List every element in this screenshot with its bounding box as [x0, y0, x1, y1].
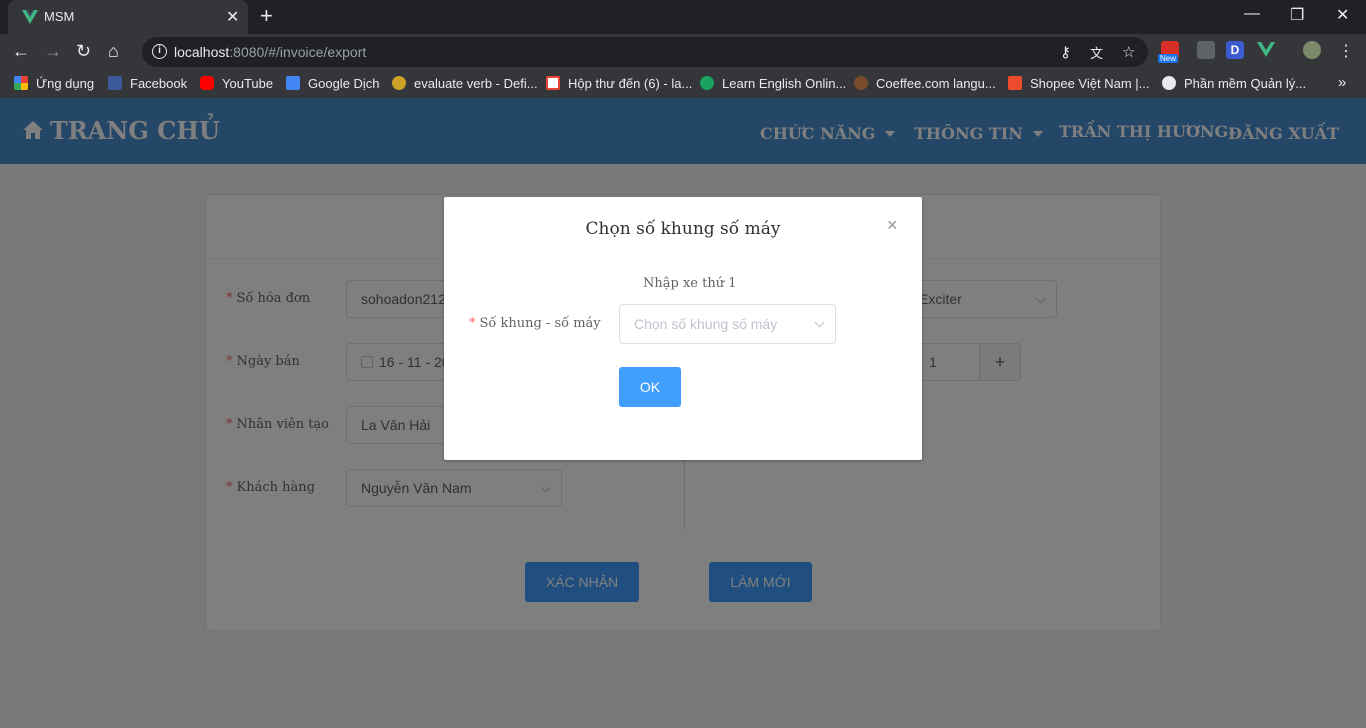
- tab-title: MSM: [44, 9, 75, 24]
- bookmark-coeffee[interactable]: Coeffee.com langu...: [854, 76, 996, 91]
- dictionary-icon: [392, 76, 406, 90]
- frame-engine-select[interactable]: Chọn số khung số máy: [619, 304, 836, 344]
- ok-button[interactable]: OK: [619, 367, 681, 407]
- window-close-icon[interactable]: ✕: [1336, 5, 1349, 25]
- bookmark-google-translate[interactable]: Google Dịch: [286, 76, 380, 91]
- vue-devtools-icon[interactable]: [1257, 42, 1275, 58]
- bookmark-gmail[interactable]: Hộp thư đến (6) - la...: [546, 76, 692, 91]
- back-arrow-icon[interactable]: ←: [12, 40, 30, 62]
- profile-avatar[interactable]: [1303, 41, 1321, 59]
- site-info-icon[interactable]: i: [152, 44, 167, 59]
- dialog-title: Chọn số khung số máy: [585, 219, 781, 239]
- bookmark-shopee[interactable]: Shopee Việt Nam |...: [1008, 76, 1149, 91]
- bookmark-star-icon[interactable]: ☆: [1122, 43, 1135, 61]
- bookmark-evaluate-verb[interactable]: evaluate verb - Defi...: [392, 76, 538, 91]
- facebook-icon: [108, 76, 122, 90]
- bookmark-facebook[interactable]: Facebook: [108, 76, 187, 91]
- bookmarks-bar: Ứng dụng Facebook YouTube Google Dịch ev…: [0, 70, 1366, 98]
- bookmark-learn-english[interactable]: Learn English Onlin...: [700, 76, 846, 91]
- frame-engine-dialog: Chọn số khung số máy × Nhập xe thứ 1 * Số…: [444, 197, 922, 460]
- youtube-icon: [200, 76, 214, 90]
- bookmark-youtube[interactable]: YouTube: [200, 76, 273, 91]
- reload-icon[interactable]: ↻: [76, 40, 91, 62]
- password-key-icon[interactable]: ⚷: [1060, 43, 1071, 61]
- forward-arrow-icon[interactable]: →: [44, 40, 62, 62]
- shopee-icon: [1008, 76, 1022, 90]
- globe-icon: [1162, 76, 1176, 90]
- minimize-icon[interactable]: —: [1244, 5, 1260, 23]
- clover-icon: [700, 76, 714, 90]
- d-extension-icon[interactable]: D: [1226, 41, 1244, 59]
- browser-menu-icon[interactable]: ⋮: [1338, 41, 1354, 61]
- bookmark-apps[interactable]: Ứng dụng: [14, 76, 94, 91]
- tab-close-icon[interactable]: ✕: [226, 7, 239, 27]
- translate-icon[interactable]: 文: [1090, 43, 1103, 62]
- pen-extension-icon[interactable]: [1197, 41, 1215, 59]
- url-text: localhost:8080/#/invoice/export: [174, 44, 367, 60]
- new-tab-button[interactable]: +: [260, 4, 273, 28]
- coeffee-icon: [854, 76, 868, 90]
- frame-engine-label: * Số khung - số máy: [469, 316, 601, 331]
- apps-grid-icon: [14, 76, 28, 90]
- restore-icon[interactable]: ❐: [1290, 5, 1304, 25]
- dialog-close-icon[interactable]: ×: [887, 215, 898, 236]
- bookmark-software[interactable]: Phần mềm Quản lý...: [1162, 76, 1306, 91]
- vue-logo-icon: [22, 10, 38, 24]
- browser-tab[interactable]: MSM ✕: [8, 0, 248, 34]
- home-icon[interactable]: ⌂: [108, 40, 119, 62]
- select-placeholder: Chọn số khung số máy: [634, 316, 778, 332]
- bookmarks-overflow-icon[interactable]: »: [1338, 74, 1346, 91]
- gmail-icon: [546, 76, 560, 90]
- browser-tab-bar: MSM ✕ + — ❐ ✕: [0, 0, 1366, 34]
- google-translate-icon: [286, 76, 300, 90]
- extension-new-badge: New: [1158, 54, 1179, 63]
- dialog-subtitle: Nhập xe thứ 1: [643, 276, 737, 291]
- address-bar[interactable]: i localhost:8080/#/invoice/export ⚷ 文 ☆: [142, 37, 1148, 67]
- chevron-down-icon: [814, 317, 825, 328]
